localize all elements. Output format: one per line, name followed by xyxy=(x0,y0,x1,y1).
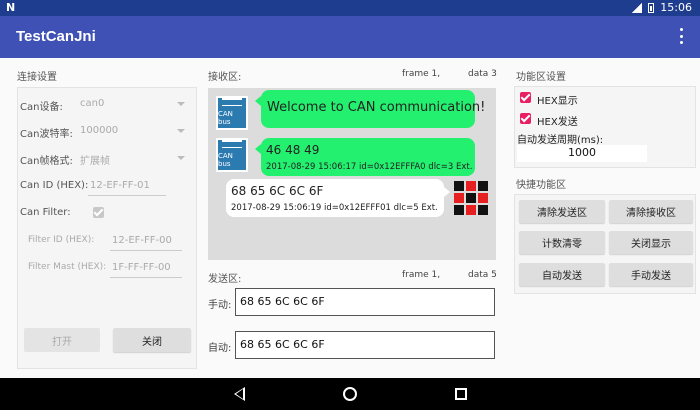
can-bus-icon: CAN bus xyxy=(216,96,248,130)
grid-avatar-icon xyxy=(454,181,490,215)
baud-dropdown-icon[interactable] xyxy=(177,129,185,133)
auto-period-input[interactable]: 1000 xyxy=(517,145,647,162)
quick-section-title: 快捷功能区 xyxy=(516,180,566,191)
filter-checkbox[interactable] xyxy=(93,207,104,218)
battery-icon xyxy=(648,2,655,13)
sent-message: 68 65 6C 6C 6F 2017-08-29 15:06:19 id=0x… xyxy=(226,179,450,217)
filter-id-input[interactable]: 12-EF-FF-00 xyxy=(112,235,172,246)
auto-send-button[interactable]: 自动发送 xyxy=(519,263,605,286)
reset-count-button[interactable]: 计数清零 xyxy=(519,231,605,254)
frame-format-dropdown-icon[interactable] xyxy=(177,156,185,160)
receive-section-title: 接收区: xyxy=(208,72,242,83)
frame-format-select[interactable]: 扩展帧 xyxy=(80,152,110,167)
auto-period-label: 自动发送周期(ms): xyxy=(517,135,604,146)
recent-apps-icon[interactable] xyxy=(455,388,467,400)
baud-select[interactable]: 100000 xyxy=(80,125,118,136)
overflow-menu-icon[interactable] xyxy=(680,28,684,44)
open-button[interactable]: 打开 xyxy=(24,328,100,352)
received-meta: 2017-08-29 15:06:17 id=0x12EFFFA0 dlc=3 … xyxy=(266,162,473,172)
filter-mask-label: Filter Mast (HEX): xyxy=(28,262,107,272)
sent-meta: 2017-08-29 15:06:19 id=0x12EFFF01 dlc=5 … xyxy=(231,203,438,213)
receive-data-count: data 3 xyxy=(468,69,497,79)
app-bar: TestCanJni xyxy=(0,16,700,58)
home-icon[interactable] xyxy=(343,387,357,401)
device-dropdown-icon[interactable] xyxy=(177,102,185,106)
function-section-title: 功能区设置 xyxy=(516,72,566,83)
connection-section-title: 连接设置 xyxy=(17,72,57,83)
sent-data: 68 65 6C 6C 6F xyxy=(231,184,324,198)
back-icon[interactable] xyxy=(234,387,245,401)
filter-mask-input[interactable]: 1F-FF-FF-00 xyxy=(112,262,171,273)
app-title: TestCanJni xyxy=(16,28,96,45)
frame-format-label: Can帧格式: xyxy=(20,156,73,167)
navigation-bar xyxy=(0,378,700,410)
hex-display-label: HEX显示 xyxy=(537,96,578,107)
receive-message-list[interactable]: CAN bus Welcome to CAN communication! CA… xyxy=(208,88,496,260)
can-bus-icon: CAN bus xyxy=(216,138,248,172)
close-display-button[interactable]: 关闭显示 xyxy=(609,231,693,254)
manual-send-button[interactable]: 手动发送 xyxy=(609,263,693,286)
can-id-input[interactable]: 12-EF-FF-01 xyxy=(90,180,150,191)
hex-display-checkbox[interactable] xyxy=(520,92,531,103)
send-data-count: data 5 xyxy=(468,270,497,280)
notification-icon: N xyxy=(6,1,16,14)
send-section-title: 发送区: xyxy=(208,274,242,285)
hex-send-checkbox[interactable] xyxy=(520,113,531,124)
manual-send-input[interactable]: 68 65 6C 6C 6F xyxy=(235,288,495,316)
send-frame-count: frame 1, xyxy=(402,270,441,280)
manual-label: 手动: xyxy=(208,300,232,311)
can-id-label: Can ID (HEX): xyxy=(20,180,89,191)
hex-send-label: HEX发送 xyxy=(537,117,578,128)
receive-frame-count: frame 1, xyxy=(402,69,441,79)
clear-send-button[interactable]: 清除发送区 xyxy=(519,200,605,223)
welcome-message: Welcome to CAN communication! xyxy=(255,90,485,128)
received-data: 46 48 49 xyxy=(266,143,320,157)
clock: 15:06 xyxy=(660,1,692,14)
status-bar: N 15:06 xyxy=(0,0,700,16)
clear-receive-button[interactable]: 清除接收区 xyxy=(609,200,693,223)
auto-send-input[interactable]: 68 65 6C 6C 6F xyxy=(235,331,495,359)
signal-icon xyxy=(632,2,643,13)
filter-label: Can Filter: xyxy=(20,207,71,218)
filter-id-label: Filter ID (HEX): xyxy=(28,235,95,245)
baud-label: Can波特率: xyxy=(20,129,73,140)
received-message: 46 48 49 2017-08-29 15:06:17 id=0x12EFFF… xyxy=(255,138,475,176)
device-select[interactable]: can0 xyxy=(80,98,104,109)
close-button[interactable]: 关闭 xyxy=(113,328,191,352)
device-label: Can设备: xyxy=(20,102,63,113)
auto-label: 自动: xyxy=(208,343,232,354)
